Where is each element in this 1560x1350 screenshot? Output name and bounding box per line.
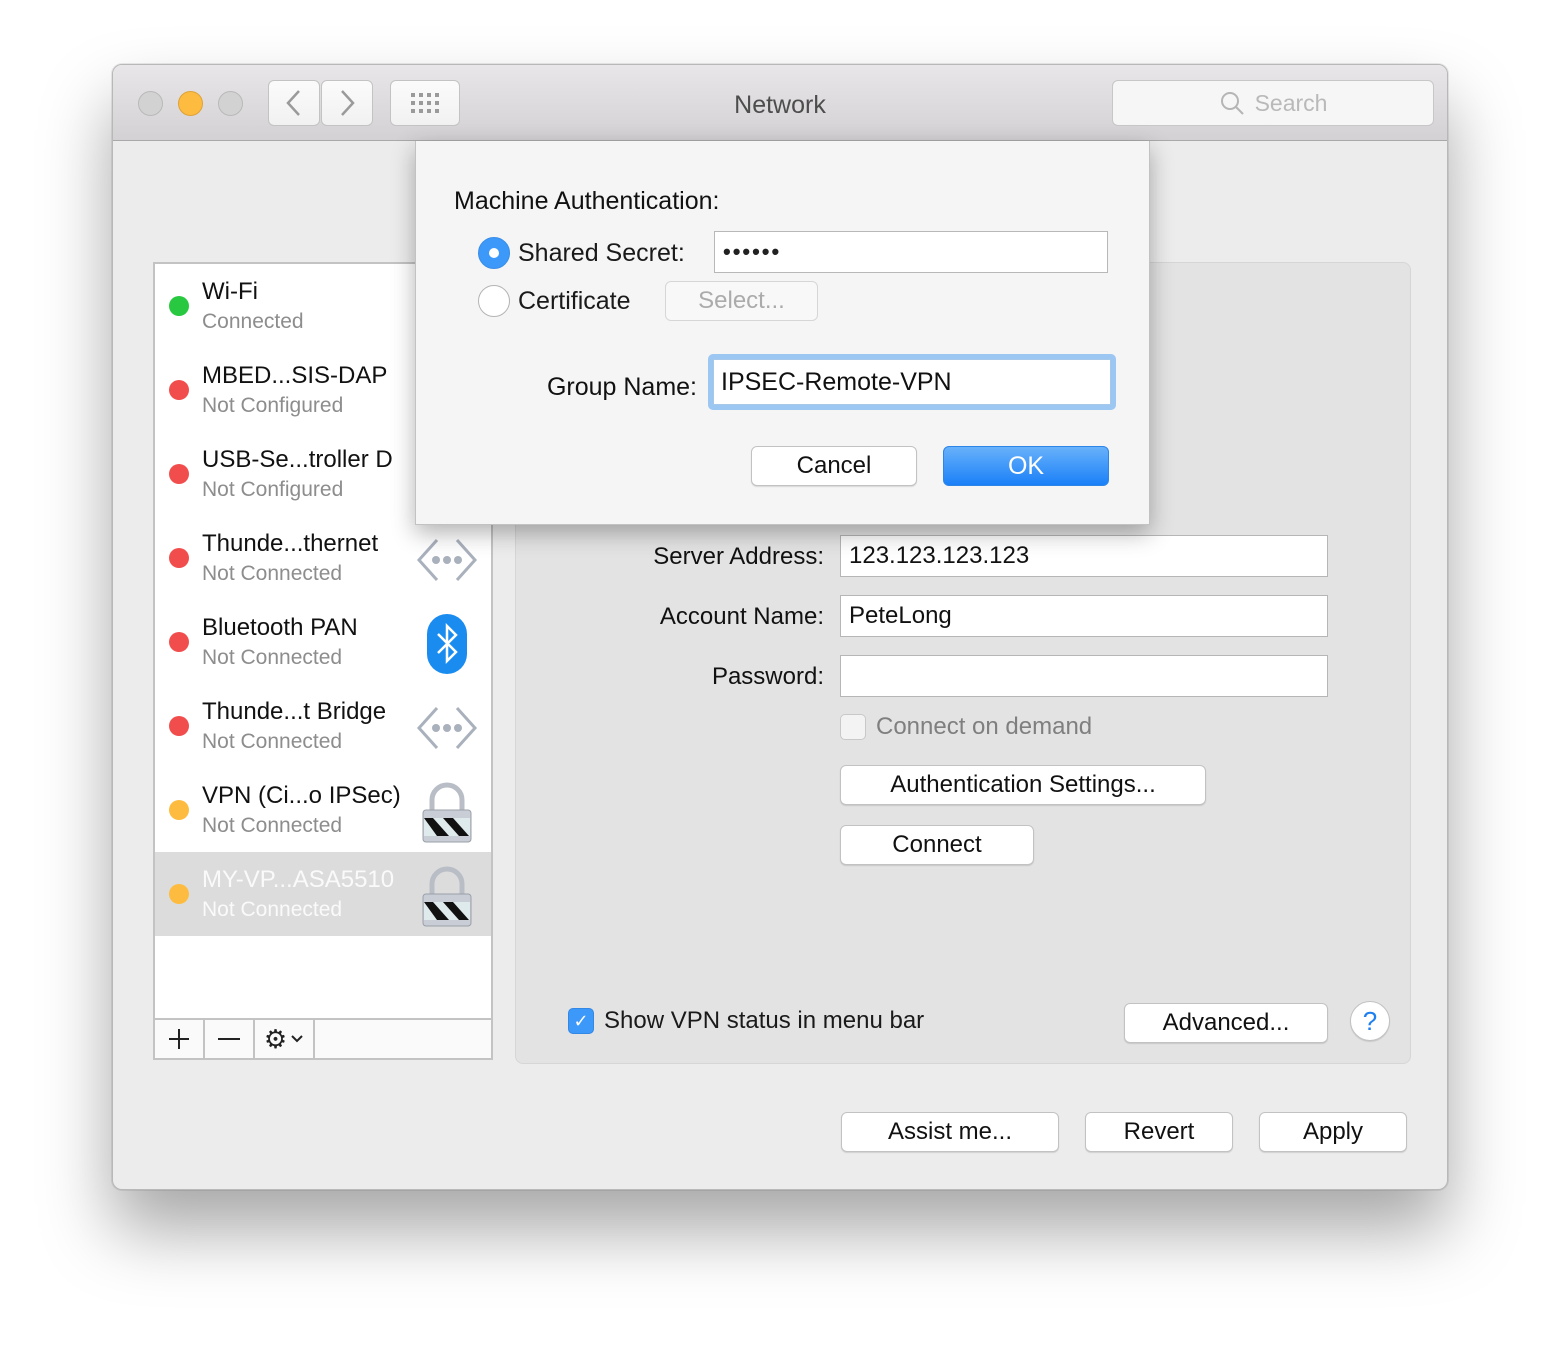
certificate-radio-option[interactable]: Certificate bbox=[478, 285, 631, 317]
service-name: VPN (Ci...o IPSec) bbox=[202, 782, 401, 809]
server-address-input[interactable] bbox=[840, 535, 1328, 577]
service-status: Not Connected bbox=[202, 730, 343, 753]
service-name: MBED...SIS-DAP bbox=[202, 362, 388, 389]
cancel-button[interactable]: Cancel bbox=[751, 446, 917, 486]
service-name: Bluetooth PAN bbox=[202, 614, 358, 641]
help-button[interactable]: ? bbox=[1350, 1001, 1390, 1041]
service-actions-menu[interactable]: ⚙ bbox=[255, 1020, 315, 1058]
password-input[interactable] bbox=[840, 655, 1328, 697]
minus-icon bbox=[218, 1038, 240, 1040]
group-name-input[interactable] bbox=[713, 359, 1111, 405]
ethernet-icon bbox=[415, 696, 479, 760]
checkmark-icon[interactable]: ✓ bbox=[568, 1008, 594, 1034]
shared-secret-radio[interactable] bbox=[478, 237, 510, 269]
service-list-toolbar: ⚙ bbox=[155, 1018, 491, 1058]
service-status: Not Connected bbox=[202, 646, 343, 669]
status-indicator-icon bbox=[169, 716, 189, 736]
advanced-button[interactable]: Advanced... bbox=[1124, 1003, 1328, 1043]
chevron-down-icon bbox=[291, 1035, 303, 1043]
service-status: Not Connected bbox=[202, 562, 343, 585]
shared-secret-input[interactable] bbox=[714, 231, 1108, 273]
search-icon bbox=[1220, 92, 1244, 115]
password-label: Password: bbox=[711, 663, 824, 690]
authentication-settings-sheet: Machine Authentication: Shared Secret: C… bbox=[415, 141, 1150, 525]
server-address-label: Server Address: bbox=[653, 543, 824, 570]
assist-me-button[interactable]: Assist me... bbox=[841, 1112, 1059, 1152]
status-indicator-icon bbox=[169, 800, 189, 820]
connect-on-demand-label: Connect on demand bbox=[876, 713, 1093, 740]
service-list-item[interactable]: Thunde...t Bridge Not Connected bbox=[155, 684, 491, 768]
service-list-item[interactable]: MY-VP...ASA5510 Not Connected bbox=[155, 852, 491, 936]
add-service-button[interactable] bbox=[155, 1020, 205, 1058]
ok-button[interactable]: OK bbox=[943, 446, 1109, 486]
plus-icon bbox=[169, 1029, 189, 1049]
gear-icon: ⚙ bbox=[263, 1023, 288, 1054]
select-certificate-button[interactable]: Select... bbox=[665, 281, 818, 321]
service-status: Not Configured bbox=[202, 394, 344, 417]
account-name-input[interactable] bbox=[840, 595, 1328, 637]
service-status: Not Connected bbox=[202, 898, 343, 921]
service-status: Not Connected bbox=[202, 814, 343, 837]
account-name-label: Account Name: bbox=[659, 603, 824, 630]
search-placeholder: Search bbox=[1254, 89, 1328, 116]
status-indicator-icon bbox=[169, 296, 189, 316]
apply-button[interactable]: Apply bbox=[1259, 1112, 1407, 1152]
group-name-focus-ring bbox=[708, 354, 1116, 410]
bluetooth-icon bbox=[415, 612, 479, 676]
service-name: Wi-Fi bbox=[202, 278, 258, 305]
group-name-label: Group Name: bbox=[546, 373, 697, 401]
connect-on-demand-checkbox[interactable]: Connect on demand bbox=[840, 713, 1092, 741]
service-name: Thunde...t Bridge bbox=[202, 698, 387, 725]
status-indicator-icon bbox=[169, 632, 189, 652]
question-mark-icon: ? bbox=[1362, 1005, 1378, 1036]
ethernet-icon bbox=[415, 528, 479, 592]
shared-secret-radio-option[interactable]: Shared Secret: bbox=[478, 237, 685, 269]
server-address-row: Server Address: bbox=[516, 535, 1410, 577]
account-name-row: Account Name: bbox=[516, 595, 1410, 637]
status-indicator-icon bbox=[169, 380, 189, 400]
service-name: Thunde...thernet bbox=[202, 530, 379, 557]
remove-service-button[interactable] bbox=[205, 1020, 255, 1058]
service-status: Connected bbox=[202, 310, 304, 333]
search-field[interactable]: Search bbox=[1112, 80, 1434, 126]
service-status: Not Configured bbox=[202, 478, 344, 501]
show-vpn-status-label: Show VPN status in menu bar bbox=[604, 1007, 925, 1034]
machine-authentication-heading: Machine Authentication: bbox=[454, 187, 720, 215]
certificate-label: Certificate bbox=[518, 286, 631, 315]
certificate-radio[interactable] bbox=[478, 285, 510, 317]
service-name: MY-VP...ASA5510 bbox=[202, 866, 395, 893]
status-indicator-icon bbox=[169, 884, 189, 904]
lock-icon bbox=[415, 780, 479, 844]
status-indicator-icon bbox=[169, 464, 189, 484]
password-row: Password: bbox=[516, 655, 1410, 697]
titlebar: Network Search bbox=[113, 65, 1447, 141]
service-list-item[interactable]: Thunde...thernet Not Connected bbox=[155, 516, 491, 600]
shared-secret-label: Shared Secret: bbox=[518, 238, 685, 267]
status-indicator-icon bbox=[169, 548, 189, 568]
authentication-settings-button[interactable]: Authentication Settings... bbox=[840, 765, 1206, 805]
service-list-item[interactable]: Bluetooth PAN Not Connected bbox=[155, 600, 491, 684]
service-name: USB-Se...troller D bbox=[202, 446, 393, 473]
revert-button[interactable]: Revert bbox=[1085, 1112, 1233, 1152]
lock-icon bbox=[415, 864, 479, 928]
show-vpn-status-checkbox[interactable]: ✓ Show VPN status in menu bar bbox=[568, 1007, 924, 1035]
checkbox-unchecked[interactable] bbox=[840, 714, 866, 740]
service-list-item[interactable]: VPN (Ci...o IPSec) Not Connected bbox=[155, 768, 491, 852]
connect-button[interactable]: Connect bbox=[840, 825, 1034, 865]
network-preferences-window: Network Search Wi-Fi Connected MBED...SIS-… bbox=[112, 64, 1448, 1190]
